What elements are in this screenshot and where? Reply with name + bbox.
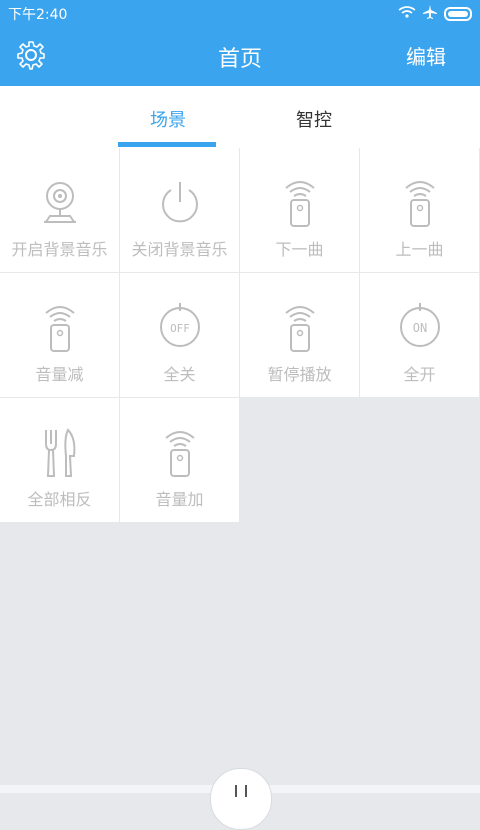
wifi-icon xyxy=(398,5,416,23)
off-badge-text: OFF xyxy=(170,322,190,335)
scene-item[interactable]: 下一曲 xyxy=(240,148,360,273)
active-tab-indicator xyxy=(118,142,216,147)
remote-icon xyxy=(396,178,444,228)
scene-item[interactable]: 暂停播放 xyxy=(240,273,360,398)
remote-icon xyxy=(276,303,324,353)
battery-icon xyxy=(444,7,472,21)
scene-item[interactable]: ON 全开 xyxy=(360,273,480,398)
scene-label: 全关 xyxy=(163,365,196,384)
edit-button[interactable]: 编辑 xyxy=(406,41,446,70)
app-bar: 首页 编辑 xyxy=(0,26,480,86)
on-badge-text: ON xyxy=(412,321,426,335)
scene-label: 上一曲 xyxy=(395,240,444,259)
scene-item[interactable]: 音量减 xyxy=(0,273,120,398)
airplane-icon xyxy=(422,4,438,24)
tab-smart-control[interactable]: 智控 xyxy=(296,106,332,132)
camera-icon xyxy=(36,178,84,228)
scene-label: 音量加 xyxy=(155,490,204,509)
status-time: 下午2:40 xyxy=(8,7,68,23)
on-icon: ON xyxy=(396,303,444,353)
scene-item[interactable]: 关闭背景音乐 xyxy=(120,148,240,273)
remote-icon xyxy=(156,428,204,478)
scene-item[interactable]: 开启背景音乐 xyxy=(0,148,120,273)
scene-item[interactable]: 上一曲 xyxy=(360,148,480,273)
status-icons xyxy=(398,4,472,24)
fork-knife-icon xyxy=(36,428,84,478)
pause-icon xyxy=(235,785,247,797)
status-bar: 下午2:40 xyxy=(0,0,480,26)
scene-label: 开启背景音乐 xyxy=(11,240,108,259)
power-icon xyxy=(156,178,204,228)
scene-label: 关闭背景音乐 xyxy=(131,240,228,259)
off-icon: OFF xyxy=(156,303,204,353)
scene-item[interactable]: 全部相反 xyxy=(0,398,120,523)
remote-icon xyxy=(276,178,324,228)
scene-label: 下一曲 xyxy=(275,240,324,259)
scene-item[interactable]: 音量加 xyxy=(120,398,240,523)
scene-label: 暂停播放 xyxy=(267,365,332,384)
pause-button[interactable] xyxy=(210,768,272,830)
scene-label: 全部相反 xyxy=(27,490,92,509)
tab-scenes[interactable]: 场景 xyxy=(150,106,186,132)
remote-icon xyxy=(36,303,84,353)
scene-label: 全开 xyxy=(403,365,436,384)
tab-bar: 场景 智控 xyxy=(0,86,480,149)
scene-item[interactable]: OFF 全关 xyxy=(120,273,240,398)
scene-label: 音量减 xyxy=(35,365,84,384)
